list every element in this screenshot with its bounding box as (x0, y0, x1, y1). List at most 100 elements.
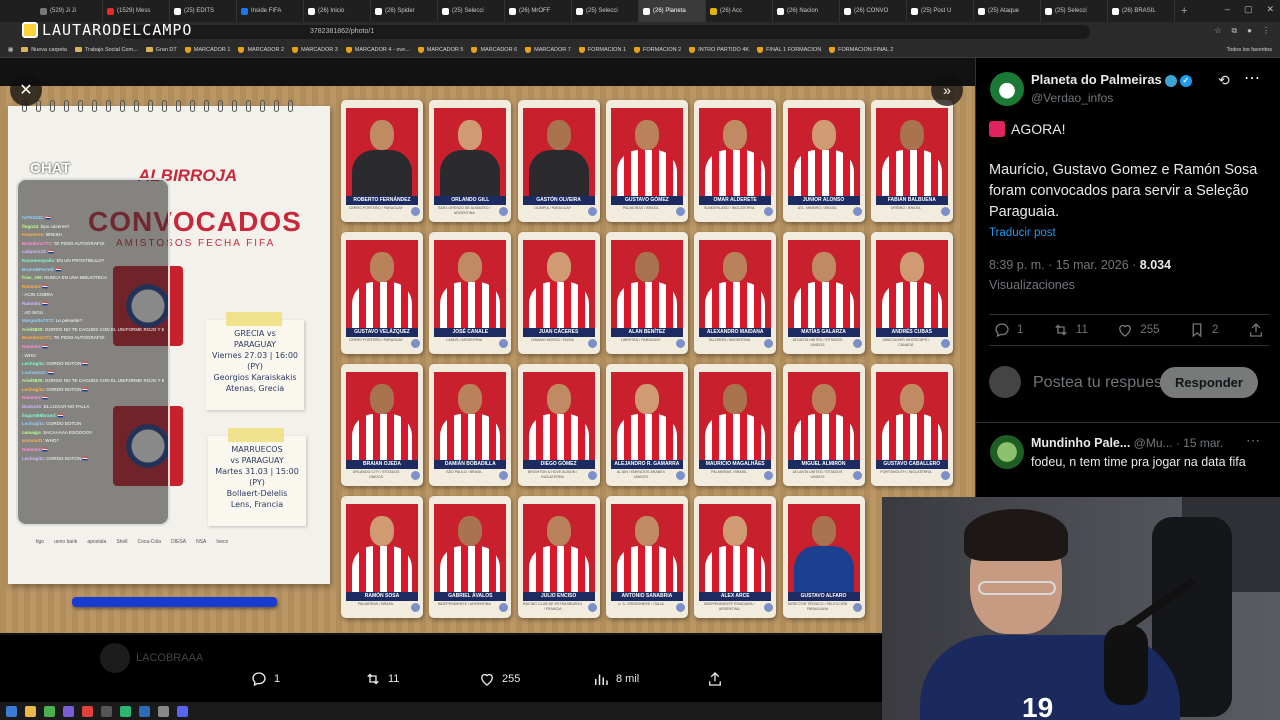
browser-tab[interactable]: (26) Nacion (773, 0, 840, 22)
bookmark-item[interactable]: MARCADOR 3 (292, 46, 338, 53)
card-logo-icon (764, 339, 774, 348)
bookmark-item[interactable]: MARCADOR 4 - ove... (345, 46, 410, 53)
browser-tab[interactable]: (26) Acc (706, 0, 773, 22)
close-window-button[interactable]: ✕ (1266, 4, 1274, 15)
reply-icon (252, 672, 266, 687)
repost-action[interactable]: 11 (364, 670, 399, 688)
browser-tab[interactable]: (26) Inicio (304, 0, 371, 22)
chrome-icon[interactable] (44, 705, 55, 717)
chat-message: : ACIN COBRA (22, 292, 53, 298)
app-icon[interactable] (158, 705, 169, 717)
app-icon[interactable] (139, 705, 150, 717)
bookmark-item[interactable]: MARCADOR 2 (238, 46, 284, 53)
facebook-favicon-icon (241, 7, 248, 15)
bookmark-item[interactable]: MARCADOR 5 (417, 46, 463, 53)
x-favicon-icon (911, 7, 918, 15)
translate-link[interactable]: Traducir post (989, 227, 1056, 239)
apps-grid-icon[interactable]: ▦ (8, 47, 13, 53)
author-avatar[interactable] (990, 72, 1024, 106)
share-action[interactable] (706, 670, 724, 688)
app-icon[interactable] (82, 705, 93, 717)
bookmark-item[interactable]: Nueva carpeta (21, 47, 67, 53)
browser-tab[interactable]: (25) Selecci (438, 0, 505, 22)
heart-icon (1119, 324, 1132, 337)
browser-tab[interactable]: (25) Selecci (572, 0, 639, 22)
browser-tab[interactable]: Inside FIFA (237, 0, 304, 22)
match-note-grecia: GRECIA vs PARAGUAY Viernes 27.03 | 16:00… (206, 312, 304, 410)
star-icon[interactable]: ☆ (1214, 26, 1221, 36)
like-button[interactable]: 255 (1116, 321, 1160, 339)
player-club: TALLERES / ARGENTINA (708, 338, 751, 342)
url-field[interactable]: 3782381862/photo/1 (120, 25, 1090, 39)
chat-message: Ramo04: 🇵🇾 (22, 447, 49, 453)
grok-icon[interactable]: ⟲ (1218, 72, 1230, 89)
close-photo-button[interactable]: ✕ (10, 74, 42, 106)
post-actions: 1 11 255 2 (989, 314, 1269, 346)
shield-icon (525, 46, 532, 53)
reply-submit-button[interactable]: Responder (1160, 367, 1258, 398)
browser-tab[interactable]: (26) BRASIL (1108, 0, 1175, 22)
browser-tab[interactable]: (25) Post U (907, 0, 974, 22)
browser-tab[interactable]: (26) MrOFF (505, 0, 572, 22)
player-card: DAMIÁN BOBADILLA SÃO PAULO / BRASIL (429, 364, 512, 486)
player-card: BRAIAN OJEDA ORLANDO CITY / ESTADOS UNIDO… (341, 364, 423, 486)
extensions-icon[interactable]: ⧉ (1231, 26, 1237, 36)
player-head (546, 516, 571, 546)
bookmark-item[interactable]: Trabajo Social Com... (74, 47, 138, 53)
folder-icon (74, 47, 82, 52)
player-club: CERRO PORTEÑO / PARAGUAY (348, 338, 404, 342)
maximize-button[interactable]: ▢ (1244, 4, 1253, 15)
player-club: INDEPENDIENTE / ARGENTINA (437, 602, 491, 606)
bookmark-item[interactable]: FORMACION 2 (634, 46, 681, 53)
bookmark-button[interactable]: 2 (1188, 321, 1218, 339)
player-club: OLIMPIA / PARAGUAY (534, 206, 571, 210)
more-options-icon[interactable]: ⋯ (1244, 68, 1260, 88)
browser-tab[interactable]: (26) Spider (371, 0, 438, 22)
author-handle[interactable]: @Verdao_infos (1031, 91, 1113, 105)
all-bookmarks-folder[interactable]: Todos los favoritos (1226, 47, 1280, 53)
like-action[interactable]: 255 (478, 670, 520, 688)
new-tab-button[interactable]: + (1175, 5, 1187, 17)
views-action[interactable]: 8 mil (592, 670, 639, 688)
jersey (440, 546, 501, 592)
bookmark-item[interactable]: FINAL 1 FORMACION (757, 46, 821, 53)
browser-tab[interactable]: (26) CONVO (840, 0, 907, 22)
reply-button[interactable]: 1 (993, 321, 1023, 339)
repost-button[interactable]: 11 (1052, 321, 1088, 339)
player-card: MAURICIO MAGALHÃES PALMEIRAS / BRASIL (694, 364, 777, 486)
bookmark-item[interactable]: INTRO PARTIDO 4K (689, 46, 749, 53)
reply-more-icon[interactable]: ⋯ (1246, 432, 1260, 449)
bookmark-item[interactable]: MARCADOR 1 (184, 46, 230, 53)
shield-icon (578, 46, 585, 53)
file-explorer-icon[interactable] (25, 705, 36, 717)
author-name-row[interactable]: Planeta do Palmeiras ✓ (1031, 72, 1192, 87)
bookmark-item[interactable]: FORMACION FINAL 2 (829, 46, 893, 53)
browser-tab[interactable]: (26) Planeta (639, 0, 706, 22)
windows-start-icon[interactable] (6, 705, 17, 717)
discord-icon[interactable] (177, 705, 188, 717)
player-club: GRÊMIO / BRASIL (890, 206, 921, 210)
player-head (723, 120, 748, 150)
browser-tab[interactable]: (25) Selecci (1041, 0, 1108, 22)
bookmark-item[interactable]: Gran DT (145, 47, 177, 53)
player-photo (346, 240, 418, 328)
reply-author-avatar[interactable] (990, 435, 1024, 469)
menu-icon[interactable]: ⋮ (1262, 26, 1270, 36)
expand-panel-button[interactable]: » (931, 74, 963, 106)
app-icon[interactable] (120, 705, 131, 717)
browser-tab[interactable]: (25) Ataque (974, 0, 1041, 22)
share-button[interactable] (1247, 321, 1265, 339)
bookmark-item[interactable]: MARCADOR 6 (471, 46, 517, 53)
minimize-button[interactable]: – (1225, 4, 1230, 15)
steam-icon[interactable] (101, 705, 112, 717)
bookmark-item[interactable]: MARCADOR 7 (525, 46, 571, 53)
bookmark-item[interactable]: FORMACION 1 (578, 46, 626, 53)
reply-input[interactable]: Postea tu respuesta (1033, 373, 1175, 393)
shield-icon (829, 46, 836, 53)
app-icon[interactable] (63, 705, 74, 717)
player-name: JOSÉ CANALE (434, 328, 507, 337)
player-card: GUSTAVO GÓMEZ PALMEIRAS / BRASIL (605, 100, 688, 222)
reply-author-row[interactable]: Mundinho Pale... @Mu... · 15 mar. (1031, 436, 1223, 450)
profile-icon[interactable]: ● (1247, 26, 1252, 36)
reply-action[interactable]: 1 (250, 670, 280, 688)
